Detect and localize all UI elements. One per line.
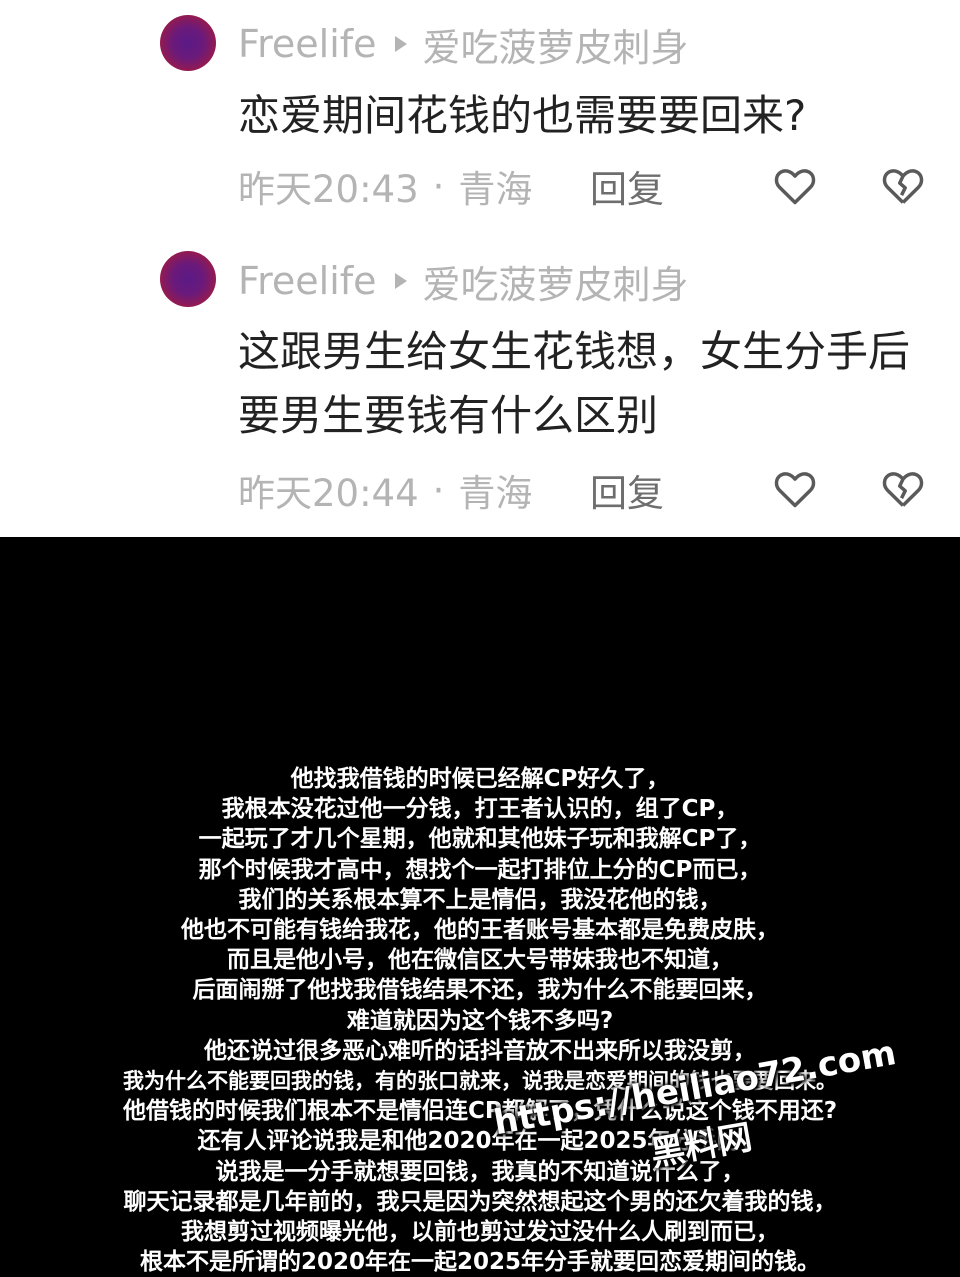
reply-target[interactable]: 爱吃菠萝皮刺身	[423, 17, 689, 72]
timestamp: 昨天20:43	[238, 168, 419, 211]
subtitle-line: 难道就因为这个钱不多吗?	[346, 1007, 614, 1034]
subtitle-line: 后面闹掰了他找我借钱结果不还，我为什么不能要回来，	[192, 977, 768, 1004]
comment-text: 恋爱期间花钱的也需要要回来?	[238, 91, 807, 140]
broken-heart-icon[interactable]	[881, 467, 925, 511]
comment-header: Freelife 爱吃菠萝皮刺身	[238, 17, 689, 72]
comment-list: Freelife 爱吃菠萝皮刺身 恋爱期间花钱的也需要要回来? 昨天20:43 …	[0, 0, 960, 537]
location: 青海	[458, 168, 533, 211]
heart-outline-icon[interactable]	[773, 164, 817, 208]
separator: ·	[432, 164, 445, 208]
subtitle-line: 根本不是所谓的2020年在一起2025年分手就要回恋爱期间的钱。	[139, 1249, 821, 1276]
subtitle-line: 他找我借钱的时候已经解CP好久了，	[290, 766, 670, 792]
broken-heart-icon[interactable]	[881, 164, 925, 208]
comment-meta: 昨天20:44 · 青海	[238, 465, 533, 516]
subtitle-line: 我们的关系根本算不上是情侣，我没花他的钱，	[238, 886, 722, 913]
username[interactable]: Freelife	[238, 259, 377, 303]
username[interactable]: Freelife	[238, 22, 377, 66]
subtitle-line: 我想剪过视频曝光他，以前也剪过发过没什么人刷到而已，	[181, 1219, 779, 1246]
reply-target[interactable]: 爱吃菠萝皮刺身	[423, 254, 689, 309]
subtitle-line: 那个时候我才高中，想找个一起打排位上分的CP而已，	[198, 856, 762, 883]
avatar[interactable]	[160, 251, 216, 307]
play-triangle-icon	[394, 273, 407, 289]
heart-outline-icon[interactable]	[773, 467, 817, 511]
comment-header: Freelife 爱吃菠萝皮刺身	[238, 254, 689, 309]
separator: ·	[432, 468, 445, 512]
comment-text: 这跟男生给女生花钱想，女生分手后要男生要钱有什么区别	[238, 327, 911, 440]
location: 青海	[458, 472, 533, 515]
comment-meta: 昨天20:43 · 青海	[238, 161, 533, 212]
subtitle-line: 聊天记录都是几年前的，我只是因为突然想起这个男的还欠着我的钱，	[123, 1188, 837, 1215]
reply-button[interactable]: 回复	[590, 465, 664, 515]
subtitle-line: 我根本没花过他一分钱，打王者认识的，组了CP，	[221, 796, 739, 823]
avatar[interactable]	[160, 15, 216, 71]
video-subtitle-block: 他找我借钱的时候已经解CP好久了， 我根本没花过他一分钱，打王者认识的，组了CP…	[0, 764, 960, 1277]
subtitle-line: 而且是他小号，他在微信区大号带妹我也不知道，	[227, 947, 733, 974]
reply-button[interactable]: 回复	[590, 161, 664, 211]
subtitle-line: 一起玩了才几个星期，他就和其他妹子玩和我解CP了，	[198, 826, 762, 853]
play-triangle-icon	[394, 36, 407, 52]
subtitle-line: 他也不可能有钱给我花，他的王者账号基本都是免费皮肤，	[181, 917, 779, 944]
timestamp: 昨天20:44	[238, 472, 419, 515]
